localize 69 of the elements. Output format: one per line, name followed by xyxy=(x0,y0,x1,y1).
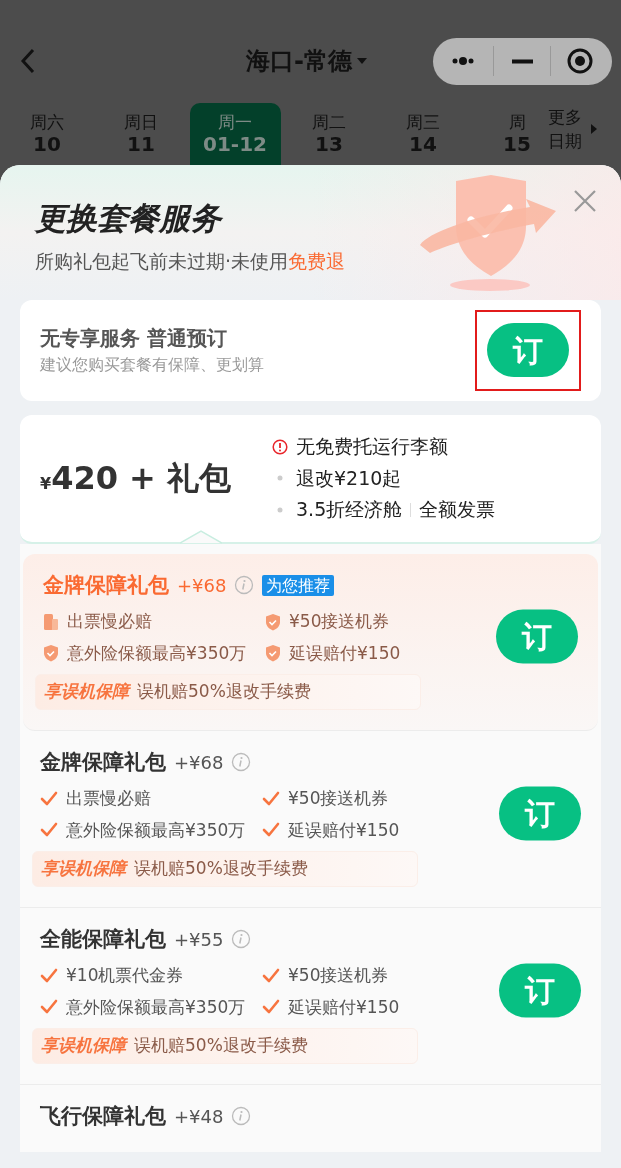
caret-right-icon[interactable] xyxy=(590,124,598,134)
check-icon xyxy=(40,967,58,984)
basic-hint: 建议您购买套餐有保障、更划算 xyxy=(40,354,264,376)
warning-icon xyxy=(272,438,288,455)
perk-label: 享误机保障 xyxy=(41,1034,126,1057)
feature-text: ¥50接送机券 xyxy=(288,787,389,810)
feature-text: 延误赔付¥150 xyxy=(288,995,400,1019)
feature-text: ¥50接送机券 xyxy=(288,964,389,987)
check-icon xyxy=(40,790,58,807)
feature-text: ¥50接送机券 xyxy=(289,610,390,633)
fare-note: 无免费托运行李额 xyxy=(296,434,448,460)
info-icon[interactable] xyxy=(231,929,252,950)
book-button[interactable]: 订 xyxy=(499,963,581,1018)
basic-title: 无专享服务 普通预订 xyxy=(40,325,228,352)
package-name: 飞行保障礼包 xyxy=(40,1102,166,1130)
book-button[interactable]: 订 xyxy=(487,323,569,377)
check-icon xyxy=(40,999,58,1016)
date-tab[interactable]: 周一 01-12 xyxy=(189,103,281,165)
perk-text: 误机赔50%退改手续费 xyxy=(137,680,311,703)
fare-note: 3.5折经济舱 xyxy=(296,497,403,523)
package-name: 全能保障礼包 xyxy=(40,925,166,953)
route-title[interactable]: 海口-常德 xyxy=(246,43,352,79)
recommend-badge: 为您推荐 xyxy=(262,574,335,596)
fare-note: 全额发票 xyxy=(419,497,496,523)
feature-text: 出票慢必赔 xyxy=(66,787,151,810)
close-icon[interactable] xyxy=(573,189,597,213)
book-button[interactable]: 订 xyxy=(496,609,578,664)
book-button[interactable]: 订 xyxy=(499,786,581,841)
feature-text: 意外险保额最高¥350万 xyxy=(67,641,247,665)
package-name: 金牌保障礼包 xyxy=(43,571,169,599)
date-tab[interactable]: 周日 11 xyxy=(95,103,187,165)
feature-text: 延误赔付¥150 xyxy=(288,818,400,842)
date-tab[interactable]: 周二 13 xyxy=(283,103,375,165)
sheet-title: 更换套餐服务 xyxy=(35,199,224,238)
package-price: +¥55 xyxy=(174,927,224,952)
check-icon xyxy=(262,999,280,1016)
check-icon xyxy=(262,822,280,839)
check-icon xyxy=(40,822,58,839)
feature-text: 延误赔付¥150 xyxy=(289,641,401,665)
package-name: 金牌保障礼包 xyxy=(40,748,166,776)
perk-text: 误机赔50%退改手续费 xyxy=(134,1034,308,1057)
info-icon[interactable] xyxy=(231,752,252,773)
feature-text: 意外险保额最高¥350万 xyxy=(66,818,246,842)
perk-label: 享误机保障 xyxy=(44,680,129,703)
back-icon[interactable] xyxy=(20,48,36,74)
package-price: +¥48 xyxy=(174,1104,224,1129)
sheet-subtitle: 所购礼包起飞前未过期·未使用免费退 xyxy=(35,249,347,274)
check-icon xyxy=(262,790,280,807)
info-icon[interactable] xyxy=(234,575,255,596)
perk-text: 误机赔50%退改手续费 xyxy=(134,857,308,880)
perk-label: 享误机保障 xyxy=(41,857,126,880)
caret-icon[interactable] xyxy=(355,57,368,65)
package-price: +¥68 xyxy=(174,750,224,775)
currency-symbol: ¥ xyxy=(40,474,52,495)
info-icon[interactable] xyxy=(231,1106,252,1127)
check-icon xyxy=(262,967,280,984)
feature-text: ¥10机票代金券 xyxy=(66,964,184,987)
fare-note: 退改¥210起 xyxy=(296,465,402,491)
shield-icon xyxy=(265,612,281,631)
date-tab[interactable]: 周六 10 xyxy=(1,103,93,165)
document-icon xyxy=(43,612,59,631)
feature-text: 意外险保额最高¥350万 xyxy=(66,995,246,1019)
feature-text: 出票慢必赔 xyxy=(67,610,152,633)
shield-icon xyxy=(265,644,281,663)
package-price: +¥68 xyxy=(177,573,227,598)
date-tab[interactable]: 周 15 xyxy=(471,103,540,165)
more-dates-link[interactable]: 更多日期 xyxy=(548,105,582,153)
fare-amount: 420 + 礼包 xyxy=(51,458,232,499)
shield-icon xyxy=(43,644,59,663)
